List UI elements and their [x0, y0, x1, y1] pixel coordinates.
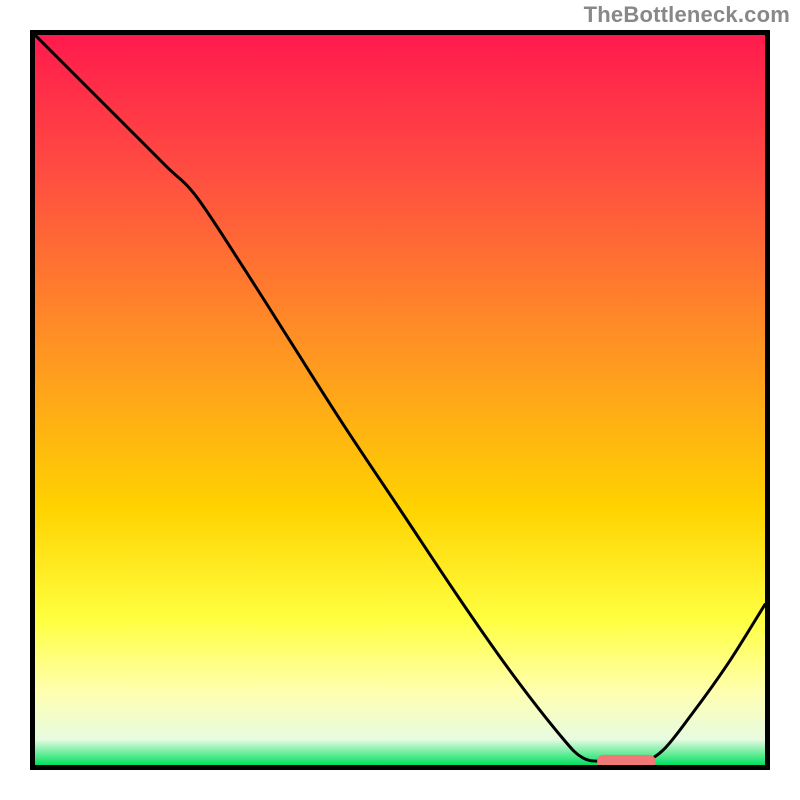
curve-layer [35, 35, 765, 765]
chart-frame: TheBottleneck.com [0, 0, 800, 800]
bottleneck-curve [35, 35, 765, 762]
watermark-label: TheBottleneck.com [584, 2, 790, 28]
optimal-marker [597, 755, 655, 765]
plot-area [30, 30, 770, 770]
